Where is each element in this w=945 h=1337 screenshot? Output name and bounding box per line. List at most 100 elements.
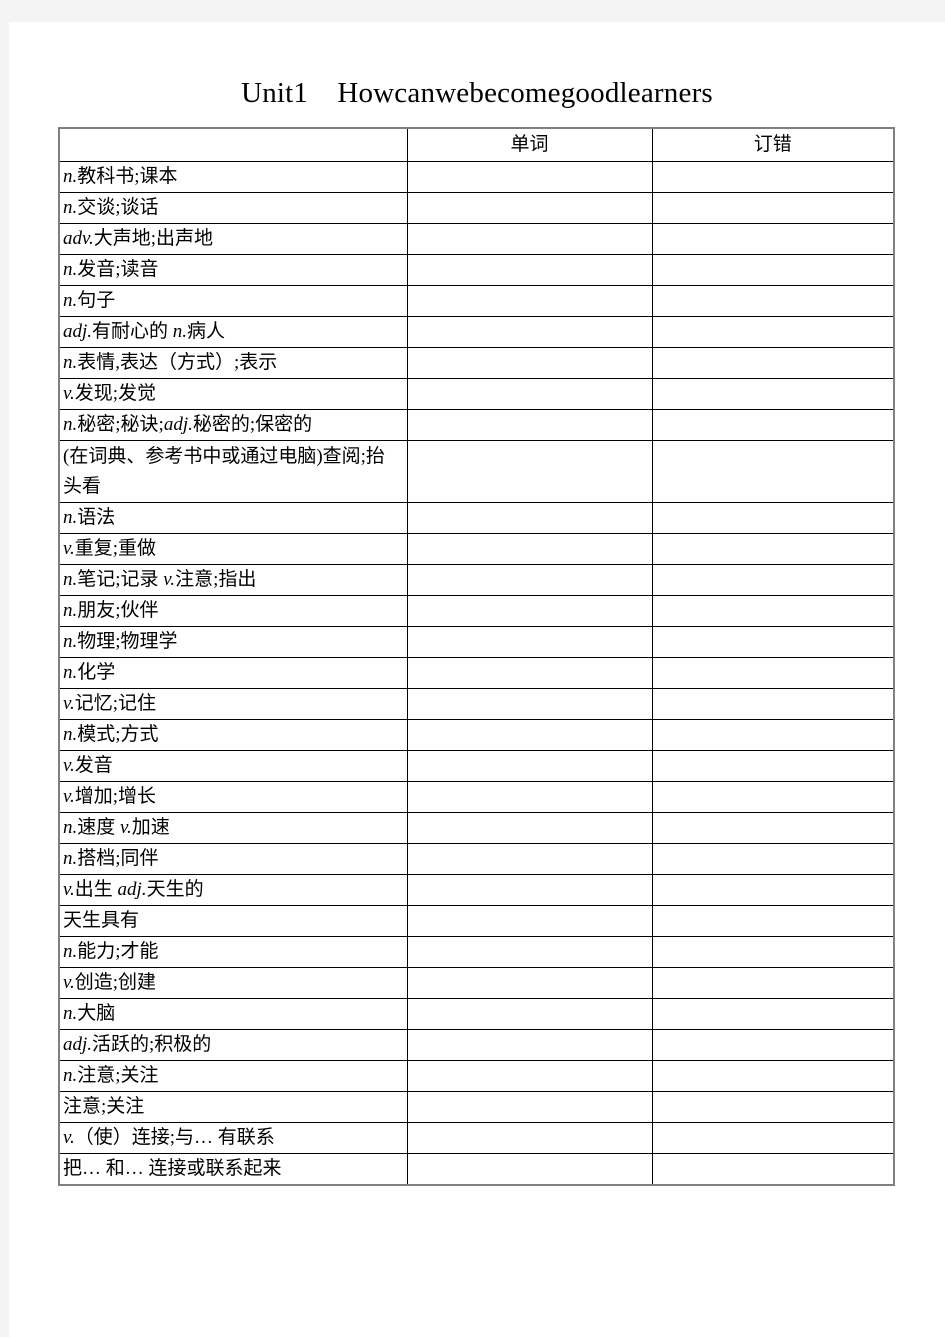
page-title: Unit1 Howcanwebecomegoodlearners xyxy=(241,77,713,109)
table-row: n.搭档;同伴 xyxy=(58,843,895,875)
cell-correction-entry[interactable] xyxy=(651,502,895,534)
cell-word-entry[interactable] xyxy=(406,874,653,906)
cell-word-entry[interactable] xyxy=(406,781,653,813)
cell-correction-entry[interactable] xyxy=(651,781,895,813)
part-of-speech: n. xyxy=(63,724,78,745)
table-row: n.表情,表达（方式）;表示 xyxy=(58,347,895,379)
cell-correction-entry[interactable] xyxy=(651,409,895,441)
cell-correction-entry[interactable] xyxy=(651,564,895,596)
cell-correction-entry[interactable] xyxy=(651,688,895,720)
cell-correction-entry[interactable] xyxy=(651,254,895,286)
cell-correction-entry[interactable] xyxy=(651,378,895,410)
cell-correction-entry[interactable] xyxy=(651,936,895,968)
cell-meaning: n.笔记;记录 v.注意;指出 xyxy=(58,564,408,596)
table-row: n.速度 v.加速 xyxy=(58,812,895,844)
part-of-speech: n. xyxy=(63,290,78,311)
part-of-speech: v. xyxy=(63,383,75,404)
cell-word-entry[interactable] xyxy=(406,905,653,937)
cell-correction-entry[interactable] xyxy=(651,161,895,193)
cell-correction-entry[interactable] xyxy=(651,316,895,348)
cell-word-entry[interactable] xyxy=(406,967,653,999)
cell-correction-entry[interactable] xyxy=(651,1122,895,1154)
cell-word-entry[interactable] xyxy=(406,564,653,596)
cell-word-entry[interactable] xyxy=(406,936,653,968)
cell-word-entry[interactable] xyxy=(406,750,653,782)
cell-correction-entry[interactable] xyxy=(651,967,895,999)
cell-meaning: adv.大声地;出声地 xyxy=(58,223,408,255)
cell-correction-entry[interactable] xyxy=(651,998,895,1030)
part-of-speech: n. xyxy=(172,321,188,342)
cell-correction-entry[interactable] xyxy=(651,1091,895,1123)
cell-word-entry[interactable] xyxy=(406,192,653,224)
cell-word-entry[interactable] xyxy=(406,502,653,534)
cell-correction-entry[interactable] xyxy=(651,657,895,689)
cell-meaning: 天生具有 xyxy=(58,905,408,937)
cell-word-entry[interactable] xyxy=(406,595,653,627)
document-page: Unit1 Howcanwebecomegoodlearners 单词 订错 n… xyxy=(9,22,945,1337)
cell-word-entry[interactable] xyxy=(406,1029,653,1061)
cell-correction-entry[interactable] xyxy=(651,905,895,937)
cell-meaning: n.速度 v.加速 xyxy=(58,812,408,844)
cell-word-entry[interactable] xyxy=(406,347,653,379)
cell-correction-entry[interactable] xyxy=(651,750,895,782)
cell-correction-entry[interactable] xyxy=(651,719,895,751)
cell-word-entry[interactable] xyxy=(406,843,653,875)
cell-word-entry[interactable] xyxy=(406,440,653,503)
cell-word-entry[interactable] xyxy=(406,1091,653,1123)
table-row: v.出生 adj.天生的 xyxy=(58,874,895,906)
cell-correction-entry[interactable] xyxy=(651,533,895,565)
table-row: n.朋友;伙伴 xyxy=(58,595,895,627)
cell-correction-entry[interactable] xyxy=(651,812,895,844)
cell-correction-entry[interactable] xyxy=(651,595,895,627)
cell-word-entry[interactable] xyxy=(406,688,653,720)
cell-meaning: 注意;关注 xyxy=(58,1091,408,1123)
cell-correction-entry[interactable] xyxy=(651,440,895,503)
cell-correction-entry[interactable] xyxy=(651,874,895,906)
cell-meaning: n.表情,表达（方式）;表示 xyxy=(58,347,408,379)
part-of-speech: adj. xyxy=(63,321,93,342)
cell-word-entry[interactable] xyxy=(406,657,653,689)
part-of-speech: v. xyxy=(63,972,75,993)
part-of-speech: n. xyxy=(63,662,78,683)
cell-meaning: v.发现;发觉 xyxy=(58,378,408,410)
cell-correction-entry[interactable] xyxy=(651,626,895,658)
part-of-speech: adv. xyxy=(63,228,94,249)
cell-word-entry[interactable] xyxy=(406,409,653,441)
table-row: n.发音;读音 xyxy=(58,254,895,286)
cell-meaning: v.出生 adj.天生的 xyxy=(58,874,408,906)
part-of-speech: v. xyxy=(163,569,176,590)
cell-correction-entry[interactable] xyxy=(651,1153,895,1186)
part-of-speech: n. xyxy=(63,569,78,590)
cell-word-entry[interactable] xyxy=(406,285,653,317)
cell-correction-entry[interactable] xyxy=(651,223,895,255)
cell-word-entry[interactable] xyxy=(406,719,653,751)
cell-word-entry[interactable] xyxy=(406,254,653,286)
part-of-speech: v. xyxy=(63,879,75,900)
part-of-speech: n. xyxy=(63,414,78,435)
cell-word-entry[interactable] xyxy=(406,378,653,410)
cell-correction-entry[interactable] xyxy=(651,347,895,379)
cell-correction-entry[interactable] xyxy=(651,1029,895,1061)
cell-word-entry[interactable] xyxy=(406,1122,653,1154)
part-of-speech: n. xyxy=(63,848,78,869)
cell-correction-entry[interactable] xyxy=(651,1060,895,1092)
cell-word-entry[interactable] xyxy=(406,533,653,565)
cell-meaning: v.（使）连接;与… 有联系 xyxy=(58,1122,408,1154)
cell-word-entry[interactable] xyxy=(406,223,653,255)
cell-correction-entry[interactable] xyxy=(651,843,895,875)
cell-meaning: n.发音;读音 xyxy=(58,254,408,286)
cell-word-entry[interactable] xyxy=(406,1153,653,1186)
cell-word-entry[interactable] xyxy=(406,626,653,658)
cell-word-entry[interactable] xyxy=(406,1060,653,1092)
cell-word-entry[interactable] xyxy=(406,161,653,193)
table-row: n.语法 xyxy=(58,502,895,534)
cell-meaning: n.语法 xyxy=(58,502,408,534)
cell-word-entry[interactable] xyxy=(406,998,653,1030)
cell-word-entry[interactable] xyxy=(406,316,653,348)
part-of-speech: adj. xyxy=(63,1034,93,1055)
part-of-speech: n. xyxy=(63,1003,78,1024)
cell-word-entry[interactable] xyxy=(406,812,653,844)
cell-correction-entry[interactable] xyxy=(651,192,895,224)
table-row: n.大脑 xyxy=(58,998,895,1030)
cell-correction-entry[interactable] xyxy=(651,285,895,317)
